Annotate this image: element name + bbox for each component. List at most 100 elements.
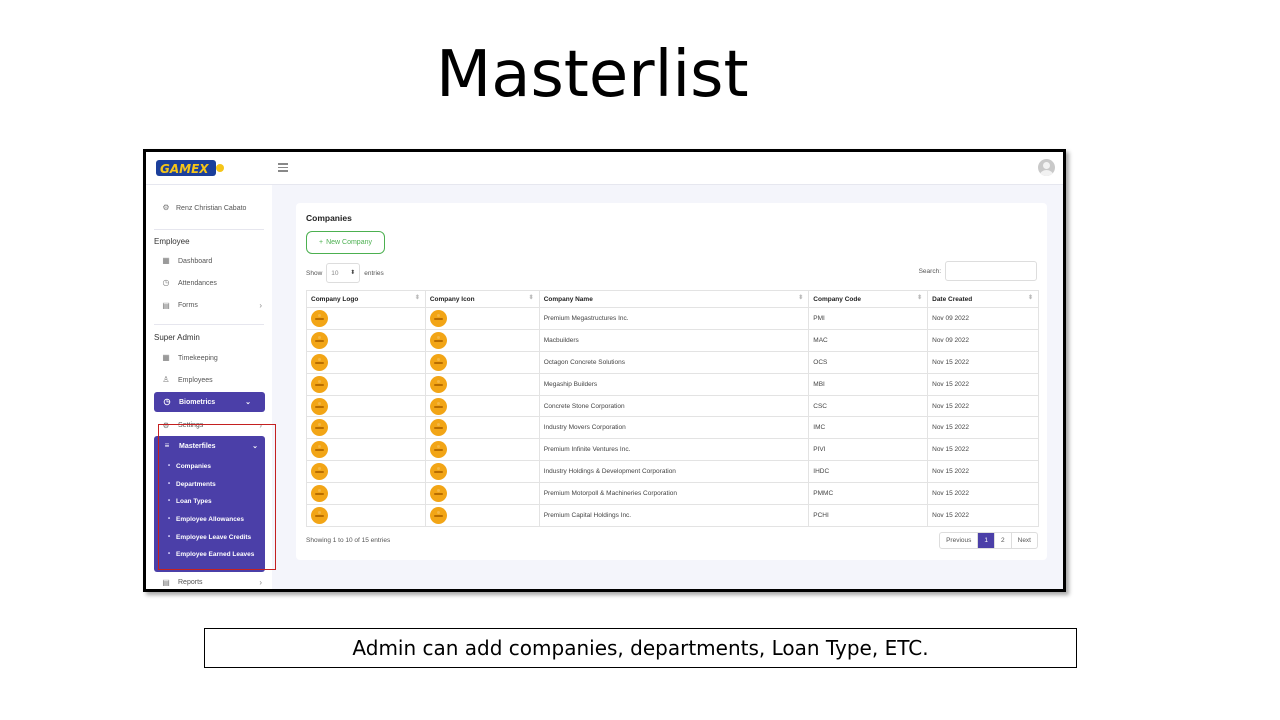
company-icon [429, 485, 447, 503]
sidebar-item-label: Reports [178, 579, 203, 586]
company-logo-icon [311, 441, 328, 459]
cell-logo [306, 372, 426, 396]
slide-caption: Admin can add companies, departments, Lo… [204, 628, 1077, 668]
company-name: Premium Infinite Ventures Inc. [543, 446, 631, 454]
cell-date: Nov 15 2022 [927, 460, 1039, 484]
highlight-box [158, 424, 276, 570]
cell-icon [424, 307, 540, 330]
app-screenshot-frame: GAMEX ⚙ Renz Christian Cabato Employee ▦… [143, 149, 1066, 592]
divider [154, 229, 264, 230]
entries-control: Show 10 entries [306, 263, 384, 283]
table-header-row: Company Logo ⬍ Company Icon ⬍ Company Name… [306, 290, 1039, 308]
company-name: Industry Holdings & Development Corporat… [543, 468, 676, 476]
company-logo-icon [311, 331, 328, 349]
cell-name: Premium Motorpoll & Machineries Corporat… [538, 482, 810, 506]
sort-icon: ⬍ [917, 295, 923, 301]
sidebar-user[interactable]: ⚙ Renz Christian Cabato [162, 204, 246, 212]
column-header-company-code[interactable]: Company Code ⬍ [808, 290, 929, 308]
column-header-company-name[interactable]: Company Name ⬍ [538, 290, 810, 308]
divider [154, 324, 264, 325]
form-icon: ▤ [162, 300, 170, 310]
entries-value: 10 [331, 269, 339, 277]
cell-name: Industry Movers Corporation [538, 416, 810, 440]
users-icon: ♙ [162, 375, 170, 384]
sort-icon: ⬍ [1027, 295, 1033, 301]
sidebar-item-forms[interactable]: ▤ Forms › [162, 301, 262, 310]
company-code: IMC [813, 424, 826, 432]
date-created: Nov 09 2022 [932, 336, 969, 344]
cell-code: MBI [808, 372, 929, 396]
clock-icon: ◷ [163, 397, 171, 406]
search-control: Search: [919, 261, 1037, 281]
slide-title: Masterlist [436, 38, 749, 112]
next-button[interactable]: Next [1010, 533, 1037, 548]
column-header-date-created[interactable]: Date Created ⬍ [927, 290, 1039, 308]
column-label: Date Created [932, 295, 973, 303]
company-name: Megaship Builders [543, 380, 598, 388]
company-icon [429, 419, 447, 437]
cell-code: IMC [808, 416, 929, 440]
table-row: Macbuilders MAC Nov 09 2022 [306, 328, 1039, 352]
show-label: Show [306, 269, 323, 277]
search-input[interactable] [945, 261, 1037, 281]
sidebar-item-timekeeping[interactable]: ▦ Timekeeping [162, 354, 262, 362]
sidebar-item-attendances[interactable]: ◷ Attendances [162, 279, 262, 287]
cell-logo [306, 307, 426, 330]
cell-date: Nov 15 2022 [927, 372, 1039, 396]
new-company-label: New Company [326, 239, 372, 246]
cell-code: IHDC [808, 460, 929, 484]
cell-date: Nov 15 2022 [927, 482, 1039, 506]
column-header-company-logo[interactable]: Company Logo ⬍ [306, 290, 426, 308]
company-name: Macbuilders [543, 336, 579, 344]
page-button-2[interactable]: 2 [994, 533, 1011, 548]
sidebar-item-reports[interactable]: ▤ Reports › [162, 578, 262, 587]
companies-card: Companies + New Company Show 10 entries … [296, 203, 1047, 560]
page-button-1[interactable]: 1 [977, 533, 994, 548]
cell-code: MAC [808, 328, 929, 352]
chevron-right-icon: › [259, 578, 262, 587]
menu-toggle-icon[interactable] [278, 163, 288, 172]
sidebar-item-label: Dashboard [178, 257, 213, 265]
cell-code: PMMC [808, 482, 929, 506]
company-code: PMI [813, 314, 825, 322]
previous-button[interactable]: Previous [940, 533, 977, 548]
companies-table: Company Logo ⬍ Company Icon ⬍ Company Name… [306, 290, 1039, 527]
date-created: Nov 09 2022 [932, 314, 969, 322]
cell-icon [424, 416, 540, 440]
cell-logo [306, 504, 426, 527]
chevron-down-icon: ⌄ [245, 399, 251, 406]
avatar[interactable] [1038, 159, 1055, 176]
cell-icon [424, 482, 540, 506]
search-label: Search: [918, 267, 941, 275]
column-header-company-icon[interactable]: Company Icon ⬍ [424, 290, 540, 308]
company-icon [429, 375, 447, 393]
company-code: PCHI [813, 511, 829, 519]
sidebar-item-biometrics[interactable]: ◷ Biometrics ⌄ [154, 392, 265, 412]
company-logo-icon [311, 397, 328, 415]
cell-icon [424, 438, 540, 462]
new-company-button[interactable]: + New Company [306, 231, 385, 254]
table-row: Industry Movers Corporation IMC Nov 15 202… [306, 416, 1039, 440]
date-created: Nov 15 2022 [932, 468, 969, 476]
table-row: Premium Capital Holdings Inc. PCHI Nov 15 … [306, 504, 1039, 527]
cell-date: Nov 15 2022 [927, 438, 1039, 462]
cell-name: Premium Capital Holdings Inc. [538, 504, 810, 527]
cell-icon [424, 350, 540, 374]
table-row: Premium Infinite Ventures Inc. PIVI Nov 15… [306, 438, 1039, 462]
company-code: PMMC [813, 490, 834, 498]
company-name: Concrete Stone Corporation [543, 402, 625, 410]
table-info: Showing 1 to 10 of 15 entries [306, 537, 391, 544]
cell-logo [306, 438, 426, 462]
sidebar-item-dashboard[interactable]: ▦ Dashboard [162, 257, 262, 265]
gamex-logo: GAMEX [156, 160, 224, 176]
column-label: Company Icon [429, 295, 475, 303]
logo-text: GAMEX [160, 162, 209, 176]
entries-label: entries [364, 269, 384, 277]
entries-select[interactable]: 10 [326, 263, 361, 283]
pagination: Previous 1 2 Next [939, 532, 1038, 549]
company-name: Premium Capital Holdings Inc. [543, 511, 632, 519]
table-row: Octagon Concrete Solutions OCS Nov 15 2022 [306, 350, 1039, 374]
date-created: Nov 15 2022 [932, 358, 969, 366]
sidebar-item-employees[interactable]: ♙ Employees [162, 376, 262, 384]
date-created: Nov 15 2022 [932, 490, 969, 498]
